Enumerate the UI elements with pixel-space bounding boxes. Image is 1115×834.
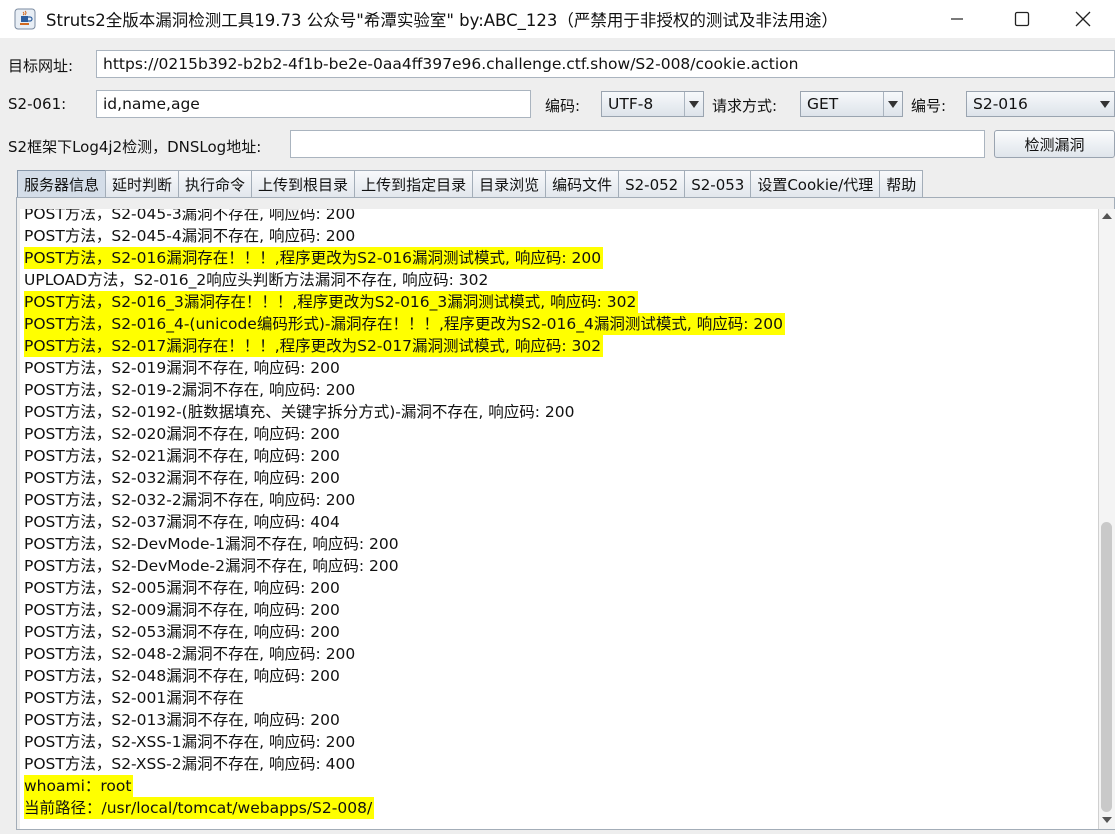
chevron-down-icon [1096,92,1114,116]
log-line: POST方法，S2-005漏洞不存在, 响应码: 200 [24,579,340,597]
log-line: POST方法，S2-053漏洞不存在, 响应码: 200 [24,623,340,641]
log-line: POST方法，S2-016_4-(unicode编码形式)-漏洞存在！！！,程序… [24,313,785,335]
log-line: POST方法，S2-XSS-2漏洞不存在, 响应码: 400 [24,755,356,773]
number-select[interactable]: S2-016 [966,91,1115,117]
log-line: POST方法，S2-045-4漏洞不存在, 响应码: 200 [24,227,356,245]
encoding-label: 编码: [545,97,581,115]
log-line: POST方法，S2-020漏洞不存在, 响应码: 200 [24,425,340,443]
tab-delay-check[interactable]: 延时判断 [105,170,180,198]
log-line: POST方法，S2-XSS-1漏洞不存在, 响应码: 200 [24,733,356,751]
log-line: POST方法，S2-032-2漏洞不存在, 响应码: 200 [24,491,356,509]
log-line: POST方法，S2-013漏洞不存在, 响应码: 200 [24,711,340,729]
tab-bar: 服务器信息 延时判断 执行命令 上传到根目录 上传到指定目录 目录浏览 编码文件… [17,170,924,198]
tab-s2-053[interactable]: S2-053 [684,170,752,198]
scroll-up-arrow-icon[interactable] [1102,213,1112,219]
log-line: POST方法，S2-DevMode-1漏洞不存在, 响应码: 200 [24,535,399,553]
log-line: POST方法，S2-019-2漏洞不存在, 响应码: 200 [24,381,356,399]
target-url-label: 目标网址: [8,57,74,75]
chevron-down-icon [883,92,902,116]
minimize-icon [951,18,963,20]
title-bar: Struts2全版本漏洞检测工具19.73 公众号"希潭实验室" by:ABC_… [0,0,1115,38]
close-icon [1075,11,1091,27]
number-label: 编号: [911,97,947,115]
s2-061-label: S2-061: [8,95,67,113]
s2-061-input[interactable]: id,name,age [96,90,531,118]
method-label: 请求方式: [712,97,778,115]
dnslog-input[interactable] [290,130,985,158]
log-line: POST方法，S2-009漏洞不存在, 响应码: 200 [24,601,340,619]
log-line: UPLOAD方法，S2-016_2响应头判断方法漏洞不存在, 响应码: 302 [24,271,489,289]
log-line: POST方法，S2-021漏洞不存在, 响应码: 200 [24,447,340,465]
log-line: POST方法，S2-016_3漏洞存在！！！,程序更改为S2-016_3漏洞测试… [24,291,639,313]
log-line: POST方法，S2-037漏洞不存在, 响应码: 404 [24,513,340,531]
log-line: POST方法，S2-045-3漏洞不存在, 响应码: 200 [24,209,356,223]
scroll-down-arrow-icon[interactable] [1102,817,1112,823]
output-log[interactable]: POST方法，S2-045-3漏洞不存在, 响应码: 200 POST方法，S2-… [20,209,1098,829]
encoding-select[interactable]: UTF-8 [601,91,704,117]
method-value: GET [807,95,839,113]
log-line: POST方法，S2-017漏洞存在！！！,程序更改为S2-017漏洞测试模式, … [24,335,604,357]
java-app-icon [14,8,36,30]
scroll-thumb[interactable] [1101,522,1112,812]
log-line: POST方法，S2-001漏洞不存在 [24,689,244,707]
log-line: POST方法，S2-016漏洞存在！！！,程序更改为S2-016漏洞测试模式, … [24,247,604,269]
tab-s2-052[interactable]: S2-052 [618,170,686,198]
log-line: POST方法，S2-048漏洞不存在, 响应码: 200 [24,667,340,685]
close-button[interactable] [1051,0,1115,38]
chevron-down-icon [684,92,703,116]
log-line: POST方法，S2-048-2漏洞不存在, 响应码: 200 [24,645,356,663]
tab-server-info[interactable]: 服务器信息 [17,170,107,198]
tab-help[interactable]: 帮助 [879,170,924,198]
window-title: Struts2全版本漏洞检测工具19.73 公众号"希潭实验室" by:ABC_… [46,11,838,30]
encoding-value: UTF-8 [608,95,654,113]
log-line: POST方法，S2-019漏洞不存在, 响应码: 200 [24,359,340,377]
log-line: whoami：root [24,775,134,797]
method-select[interactable]: GET [800,91,903,117]
vertical-scrollbar[interactable] [1098,209,1115,829]
tab-upload-root[interactable]: 上传到根目录 [251,170,356,198]
maximize-icon [1014,11,1030,27]
tab-browse-dir[interactable]: 目录浏览 [472,170,547,198]
log-line: POST方法，S2-DevMode-2漏洞不存在, 响应码: 200 [24,557,399,575]
maximize-button[interactable] [990,0,1054,38]
log-line: 当前路径：/usr/local/tomcat/webapps/S2-008/ [24,797,375,819]
log4j-dnslog-label: S2框架下Log4j2检测，DNSLog地址: [8,138,262,156]
log-line: POST方法，S2-032漏洞不存在, 响应码: 200 [24,469,340,487]
tab-encode-file[interactable]: 编码文件 [545,170,620,198]
tab-cookie-proxy[interactable]: 设置Cookie/代理 [750,170,881,198]
tab-exec-command[interactable]: 执行命令 [178,170,253,198]
minimize-button[interactable] [925,0,989,38]
tab-upload-dir[interactable]: 上传到指定目录 [354,170,474,198]
target-url-input[interactable]: https://0215b392-b2b2-4f1b-be2e-0aa4ff39… [96,50,1115,78]
detect-vuln-button[interactable]: 检测漏洞 [994,130,1115,158]
number-value: S2-016 [973,95,1028,113]
log-line: POST方法，S2-0192-(脏数据填充、关键字拆分方式)-漏洞不存在, 响应… [24,403,575,421]
